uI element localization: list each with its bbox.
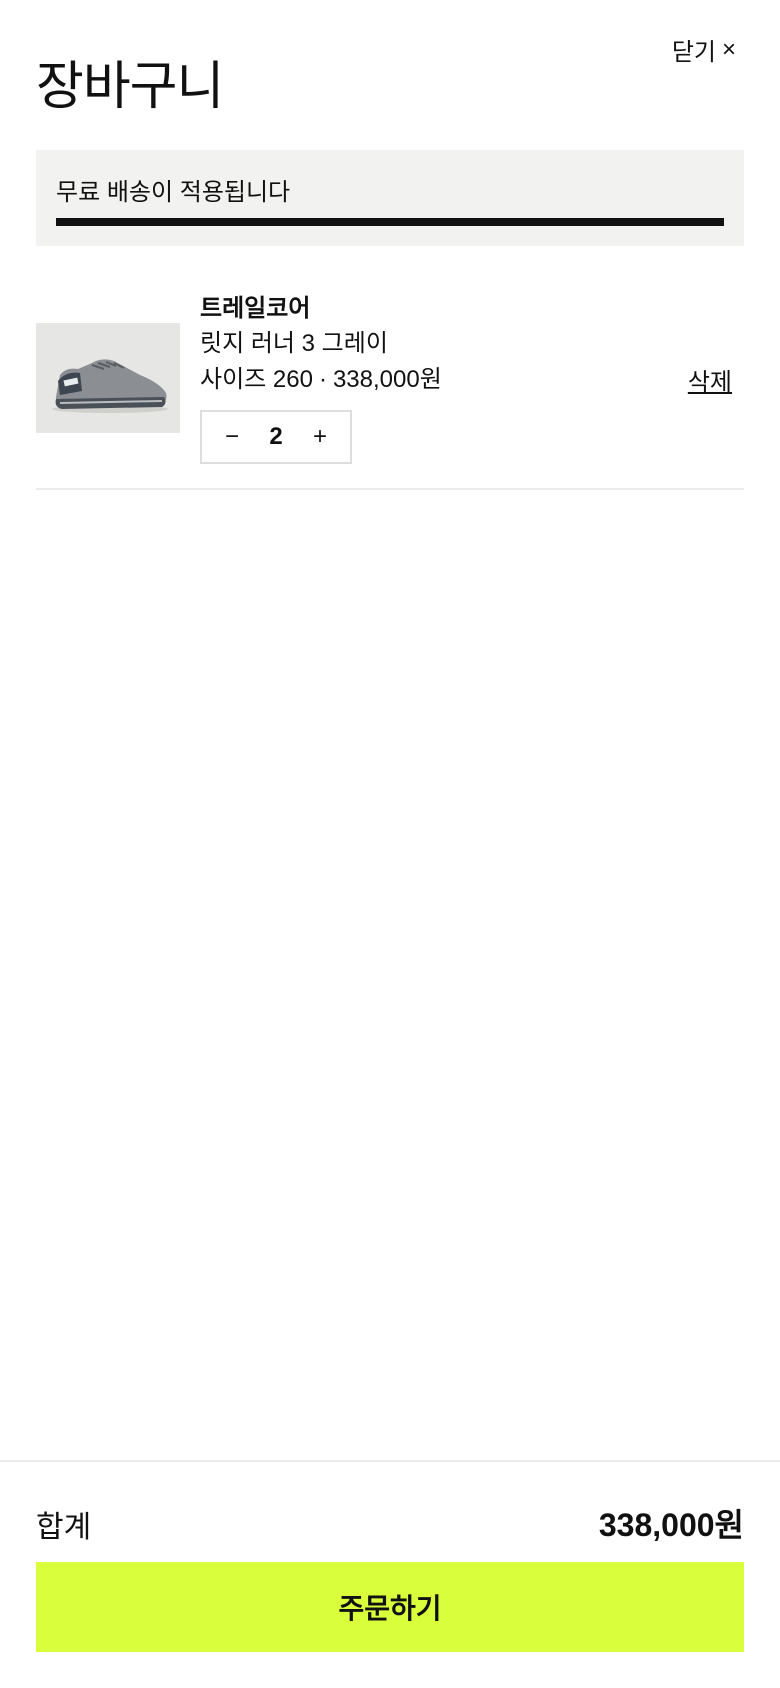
item-brand: 트레일코어 [200,295,311,322]
quantity-value: 2 [269,423,283,450]
shipping-progress-bar [56,218,724,226]
item-meta: 사이즈 260 · 338,000원 [200,362,442,398]
product-image [36,323,180,433]
shipping-message: 무료 배송이 적용됩니다 [56,179,291,206]
shoe-icon [36,323,180,433]
item-meta-separator: · [318,366,327,393]
increase-quantity-button[interactable]: + [300,423,340,451]
decrease-quantity-button[interactable]: − [212,423,252,451]
item-name: 릿지 러너 3 그레이 [200,330,388,357]
cart-footer: 합계 338,000원 주문하기 [0,1460,780,1688]
quantity-stepper: − 2 + [200,410,352,464]
close-button[interactable]: 닫기 × [672,32,736,67]
total-label: 합계 [36,1511,92,1544]
item-price: 338,000원 [332,366,442,393]
item-size: 사이즈 260 [200,366,313,393]
close-label: 닫기 [671,39,716,66]
total-value: 338,000원 [598,1507,744,1543]
checkout-button[interactable]: 주문하기 [36,1562,744,1652]
item-info: 트레일코어 릿지 러너 3 그레이 사이즈 260 · 338,000원 [200,292,442,398]
page-title: 장바구니 [36,58,224,116]
cart-item: 트레일코어 릿지 러너 3 그레이 사이즈 260 · 338,000원 − 2… [36,280,744,490]
shipping-banner: 무료 배송이 적용됩니다 [36,150,744,246]
remove-item-button[interactable]: 삭제 [688,362,732,397]
shipping-progress-fill [56,218,724,226]
close-icon: × [721,35,736,63]
